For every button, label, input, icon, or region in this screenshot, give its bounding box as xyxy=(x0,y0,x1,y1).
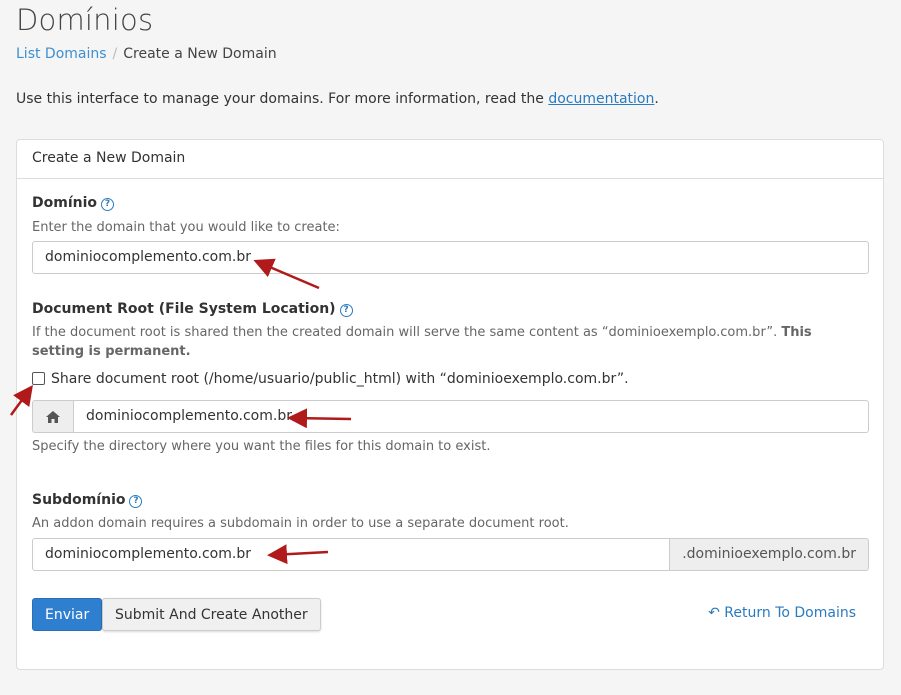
subdomain-suffix: .dominioexemplo.com.br xyxy=(670,538,869,571)
return-to-domains-label: Return To Domains xyxy=(724,605,856,621)
breadcrumb-list-domains[interactable]: List Domains xyxy=(16,46,107,62)
subdomain-label: Subdomínio? xyxy=(32,492,143,508)
breadcrumb: List Domains / Create a New Domain xyxy=(16,46,277,62)
help-icon[interactable]: ? xyxy=(129,495,143,508)
domain-label: Domínio? xyxy=(32,195,115,211)
return-to-domains-link[interactable]: ↶ Return To Domains xyxy=(708,605,856,621)
panel-heading: Create a New Domain xyxy=(17,140,883,179)
intro-text: Use this interface to manage your domain… xyxy=(16,91,659,107)
documentation-link[interactable]: documentation xyxy=(548,91,654,107)
breadcrumb-current: Create a New Domain xyxy=(123,46,277,62)
docroot-label: Document Root (File System Location)? xyxy=(32,301,353,317)
share-docroot-checkbox[interactable] xyxy=(32,372,45,385)
domain-label-text: Domínio xyxy=(32,195,98,211)
breadcrumb-separator: / xyxy=(112,46,118,62)
subdomain-help: An addon domain requires a subdomain in … xyxy=(32,516,569,531)
page-title: Domínios xyxy=(16,3,154,37)
return-arrow-icon: ↶ xyxy=(708,605,720,621)
create-domain-panel: Create a New Domain Domínio? Enter the d… xyxy=(16,139,884,670)
subdomain-input-group: dominiocomplemento.com.br .dominioexempl… xyxy=(32,538,869,571)
docroot-label-text: Document Root (File System Location) xyxy=(32,301,336,317)
intro-sentence: Use this interface to manage your domain… xyxy=(16,91,549,107)
help-icon[interactable]: ? xyxy=(339,304,353,317)
domain-input[interactable]: dominiocomplemento.com.br xyxy=(32,241,869,274)
docroot-specify-help: Specify the directory where you want the… xyxy=(32,439,491,454)
submit-button[interactable]: Enviar xyxy=(32,598,103,631)
submit-and-create-another-button[interactable]: Submit And Create Another xyxy=(102,598,321,631)
help-icon[interactable]: ? xyxy=(101,198,115,211)
intro-suffix: . xyxy=(654,91,659,107)
docroot-help-text: If the document root is shared then the … xyxy=(32,325,782,340)
subdomain-label-text: Subdomínio xyxy=(32,492,126,508)
share-docroot-label: Share document root (/home/usuario/publi… xyxy=(51,371,629,387)
docroot-input[interactable]: dominiocomplemento.com.br xyxy=(73,400,869,433)
docroot-help: If the document root is shared then the … xyxy=(32,323,862,361)
share-docroot-row[interactable]: Share document root (/home/usuario/publi… xyxy=(32,371,629,387)
subdomain-input[interactable]: dominiocomplemento.com.br xyxy=(32,538,671,571)
domain-help: Enter the domain that you would like to … xyxy=(32,220,340,235)
home-icon xyxy=(32,400,73,433)
docroot-input-group: dominiocomplemento.com.br xyxy=(32,400,869,433)
